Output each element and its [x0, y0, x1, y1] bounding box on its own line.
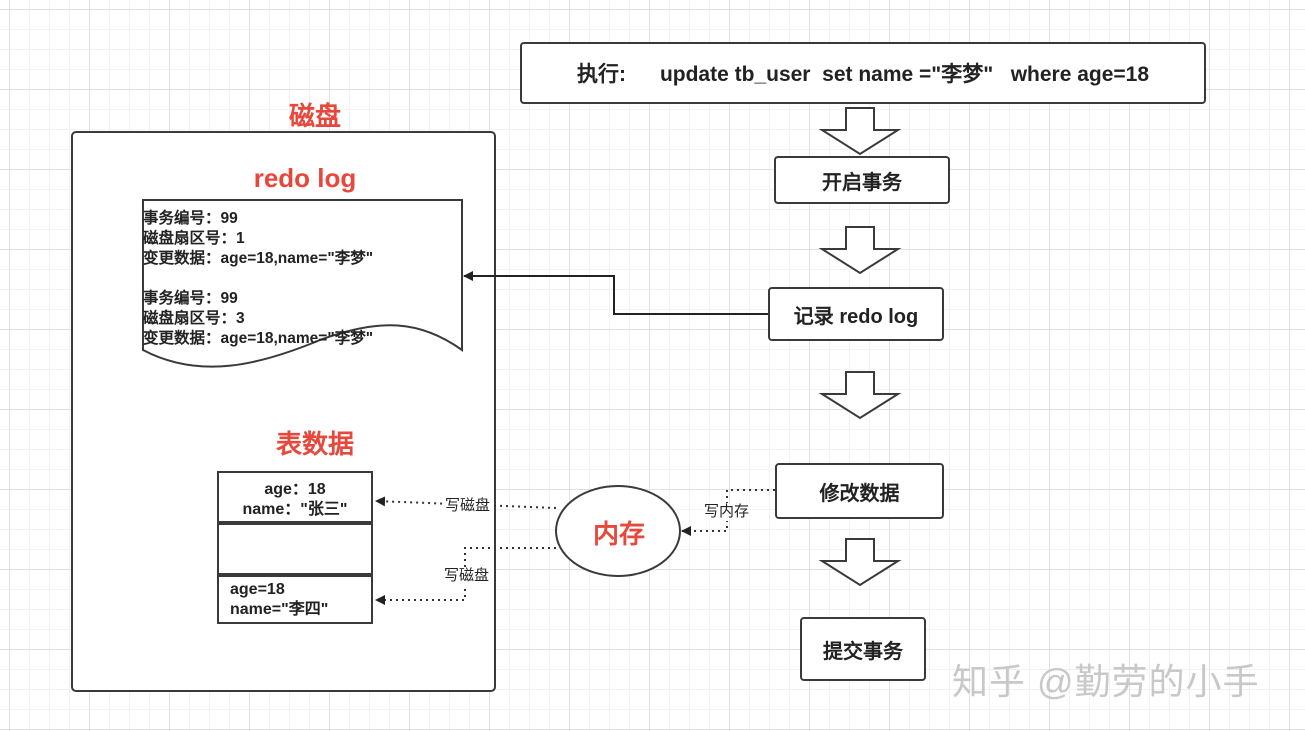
table-row-1-age: age：18 [264, 481, 326, 498]
exec-statement-box: 执行: update tb_user set name ="李梦" where … [520, 42, 1206, 104]
table-row-1: age：18 name："张三" [217, 471, 373, 523]
redo-entry-2-tx: 事务编号：99 [143, 290, 238, 307]
redo-entry-2-change: 变更数据：age=18,name="李梦" [143, 330, 374, 347]
begin-transaction-box: 开启事务 [774, 156, 950, 204]
disk-title: 磁盘 [288, 101, 341, 131]
record-to-redo-connector [463, 271, 768, 315]
redo-entry-1-change: 变更数据：age=18,name="李梦" [143, 250, 374, 267]
down-arrow-2 [818, 226, 902, 275]
redo-log-entries: 事务编号：99 磁盘扇区号：1 变更数据：age=18,name="李梦" 事务… [143, 209, 443, 349]
write-disk-label-1: 写磁盘 [444, 497, 492, 515]
modify-data-box: 修改数据 [775, 463, 944, 519]
write-memory-label: 写内存 [703, 503, 751, 521]
table-row-2 [217, 523, 373, 575]
table-row-1-name: name："张三" [242, 501, 348, 518]
down-arrow-4 [818, 538, 902, 587]
watermark-text: 知乎 @勤劳的小手 [952, 661, 1260, 702]
commit-transaction-box: 提交事务 [800, 617, 926, 681]
table-data-title: 表数据 [275, 429, 354, 459]
write-disk-label-2: 写磁盘 [443, 567, 491, 585]
exec-label: 执行: [576, 63, 626, 86]
memory-label: 内存 [593, 519, 646, 549]
table-row-3-name: name="李四" [230, 601, 329, 618]
redo-entry-1-sector: 磁盘扇区号：1 [143, 230, 245, 247]
exec-sql: update tb_user set name ="李梦" where age=… [659, 63, 1150, 86]
record-redo-log-box: 记录 redo log [768, 287, 944, 341]
table-row-3-age: age=18 [230, 581, 285, 598]
down-arrow-3 [818, 371, 902, 420]
redo-log-title: redo log [253, 163, 357, 193]
redo-entry-2-sector: 磁盘扇区号：3 [143, 310, 245, 327]
redo-entry-1-tx: 事务编号：99 [143, 210, 238, 227]
table-row-3: age=18 name="李四" [217, 575, 373, 624]
diagram-canvas [71, 107, 902, 692]
down-arrow-1 [818, 107, 902, 156]
